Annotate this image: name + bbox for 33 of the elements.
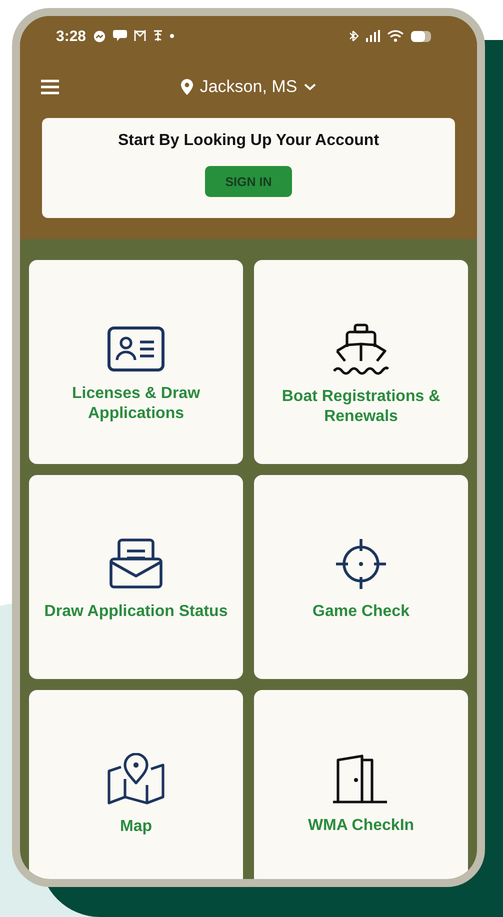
menu-tile[interactable]: Map: [29, 690, 243, 879]
tile-label: Boat Registrations & Renewals: [280, 387, 442, 427]
battery-icon: [411, 30, 431, 42]
tile-label: Map: [120, 817, 152, 837]
menu-tile[interactable]: Game Check: [254, 475, 468, 679]
wifi-icon: [387, 30, 404, 42]
chat-bubble-icon: [93, 30, 106, 42]
menu-tile[interactable]: Draw Application Status: [29, 475, 243, 679]
menu-icon[interactable]: [40, 79, 60, 95]
crosshair-icon: [335, 538, 387, 590]
id-card-icon: [107, 326, 165, 372]
tile-label: Draw Application Status: [44, 602, 228, 622]
door-icon: [332, 754, 390, 804]
tile-label: WMA CheckIn: [308, 816, 414, 836]
dot-icon: [170, 34, 174, 38]
menu-tile[interactable]: WMA CheckIn: [254, 690, 468, 879]
location-selector[interactable]: Jackson, MS: [176, 75, 320, 99]
envelope-icon: [109, 538, 163, 590]
account-card-title: Start By Looking Up Your Account: [118, 132, 380, 150]
chevron-down-icon: [304, 83, 316, 91]
bluetooth-icon: [349, 30, 359, 42]
message-icon: [113, 30, 128, 42]
ship-icon: [332, 323, 390, 375]
map-icon: [107, 753, 165, 805]
menu-tile[interactable]: Boat Registrations & Renewals: [254, 260, 468, 464]
tile-label: Game Check: [312, 602, 410, 622]
sign-in-button[interactable]: SIGN IN: [205, 166, 292, 197]
signal-icon: [366, 30, 380, 42]
menu-tile[interactable]: Licenses & Draw Applications: [29, 260, 243, 464]
mail-icon: [134, 30, 146, 42]
location-pin-icon: [180, 79, 193, 95]
status-time: 3:28: [56, 28, 86, 44]
tile-label: Licenses & Draw Applications: [70, 384, 202, 424]
